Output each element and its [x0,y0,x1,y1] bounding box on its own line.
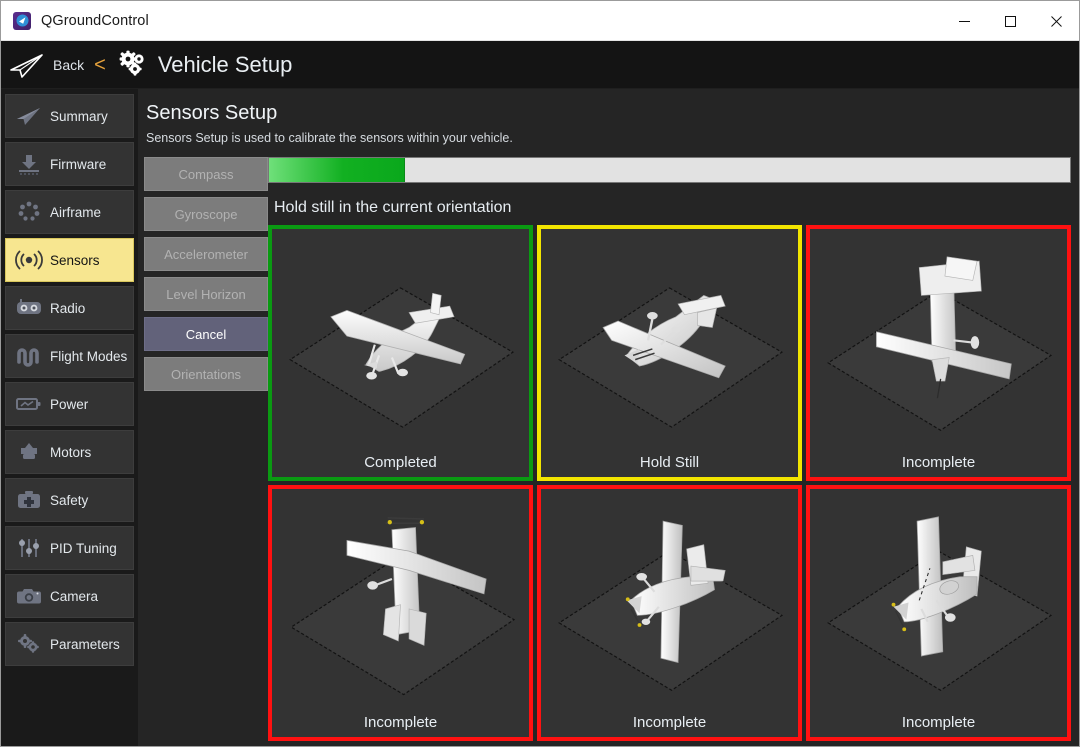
accelerometer-button[interactable]: Accelerometer [144,237,268,271]
window-titlebar: QGroundControl [1,1,1079,41]
level-horizon-button[interactable]: Level Horizon [144,277,268,311]
sliders-icon [12,535,46,561]
sidebar-item-label: Camera [50,588,99,604]
app-navbar: Back < Vehicle Setup [1,41,1079,88]
sidebar-item-label: Safety [50,492,89,508]
compass-button[interactable]: Compass [144,157,268,191]
gears-icon [116,50,148,80]
sidebar-item-label: Sensors [50,252,100,268]
sensors-setup-subtitle: Sensors Setup is used to calibrate the s… [146,131,513,145]
sidebar-item-pid-tuning[interactable]: PID Tuning [5,526,134,570]
aircraft-upside-down-icon [541,229,798,454]
firmware-download-icon [12,151,46,177]
orientation-tile-label: Incomplete [901,453,976,471]
orientation-grid: Completed Hold Still Incomplete Incomple… [268,225,1071,741]
aircraft-nose-down-icon [272,489,529,714]
gyroscope-button[interactable]: Gyroscope [144,197,268,231]
sidebar-item-motors[interactable]: Motors [5,430,134,474]
aircraft-nose-up-icon [810,229,1067,454]
setup-sidebar: Summary Firmware Airframe Sensors Radio … [1,89,138,746]
camera-icon [12,583,46,609]
sensors-setup-panel: Sensors Setup Sensors Setup is used to c… [138,89,1079,746]
sidebar-item-safety[interactable]: Safety [5,478,134,522]
sidebar-item-label: Airframe [50,204,102,220]
sidebar-item-flight-modes[interactable]: Flight Modes [5,334,134,378]
maximize-icon[interactable] [987,1,1033,41]
calibration-progress-bar [268,157,1071,183]
button-label: Orientations [170,366,242,382]
back-button-label[interactable]: Back [53,57,84,73]
setup-content-row: Compass Gyroscope Accelerometer Level Ho… [144,157,1071,741]
sidebar-item-radio[interactable]: Radio [5,286,134,330]
sidebar-item-sensors[interactable]: Sensors [5,238,134,282]
airframe-rotor-icon [12,199,46,225]
gears-icon [12,631,46,657]
button-label: Cancel [185,326,227,342]
orientation-tile-nose-down[interactable]: Incomplete [268,484,533,741]
battery-icon [12,391,46,417]
button-label: Compass [178,166,234,182]
cancel-button[interactable]: Cancel [144,317,268,351]
flight-modes-wave-icon [12,343,46,369]
close-icon[interactable] [1033,1,1079,41]
calibration-status-text: Hold still in the current orientation [274,199,512,216]
orientation-tile-right-side[interactable]: Incomplete [806,484,1071,741]
orientation-tile-label: Incomplete [901,713,976,731]
motors-icon [12,439,46,465]
sensors-setup-title: Sensors Setup [146,102,278,124]
button-label: Gyroscope [174,206,238,222]
calibration-button-column: Compass Gyroscope Accelerometer Level Ho… [144,157,268,741]
orientation-tile-label: Completed [364,453,437,471]
progress-fill [269,158,406,182]
sidebar-item-summary[interactable]: Summary [5,94,134,138]
orientation-tile-label: Hold Still [639,453,700,471]
orientation-tile-left-side[interactable]: Incomplete [537,484,802,741]
sidebar-item-firmware[interactable]: Firmware [5,142,134,186]
button-label: Level Horizon [166,286,246,302]
aircraft-left-side-icon [541,489,798,714]
sidebar-item-label: Flight Modes [50,348,128,364]
page-title: Vehicle Setup [157,51,293,77]
radio-transmitter-icon [12,295,46,321]
orientations-button[interactable]: Orientations [144,357,268,391]
minimize-icon[interactable] [941,1,987,41]
paper-plane-icon[interactable] [9,50,45,80]
sidebar-item-airframe[interactable]: Airframe [5,190,134,234]
qgroundcontrol-window: QGroundControl Back < Vehicle Setup Summ… [0,0,1080,747]
sensors-signal-icon [12,247,46,273]
sidebar-item-label: PID Tuning [50,540,117,556]
window-title: QGroundControl [41,12,149,29]
sidebar-item-label: Power [50,396,89,412]
qgc-logo-icon [13,11,31,30]
button-label: Accelerometer [164,246,248,262]
sidebar-item-label: Summary [50,108,108,124]
calibration-area: Hold still in the current orientation Co… [268,157,1071,741]
sidebar-item-label: Radio [50,300,86,316]
sidebar-item-label: Firmware [50,156,107,172]
sidebar-item-power[interactable]: Power [5,382,134,426]
orientation-tile-label: Incomplete [632,713,707,731]
sidebar-item-label: Motors [50,444,92,460]
aircraft-level-icon [272,229,529,454]
orientation-tile-label: Incomplete [363,713,438,731]
sidebar-item-parameters[interactable]: Parameters [5,622,134,666]
orientation-tile-upside-down[interactable]: Hold Still [537,225,802,481]
paper-plane-icon [12,103,46,129]
app-body: Summary Firmware Airframe Sensors Radio … [1,89,1079,746]
safety-medkit-icon [12,487,46,513]
orientation-tile-level[interactable]: Completed [268,225,533,481]
orientation-tile-nose-up[interactable]: Incomplete [806,225,1071,481]
sidebar-item-camera[interactable]: Camera [5,574,134,618]
sidebar-item-label: Parameters [50,636,120,652]
aircraft-right-side-icon [810,489,1067,714]
chevron-left-icon[interactable]: < [94,55,106,75]
window-controls [941,1,1079,41]
